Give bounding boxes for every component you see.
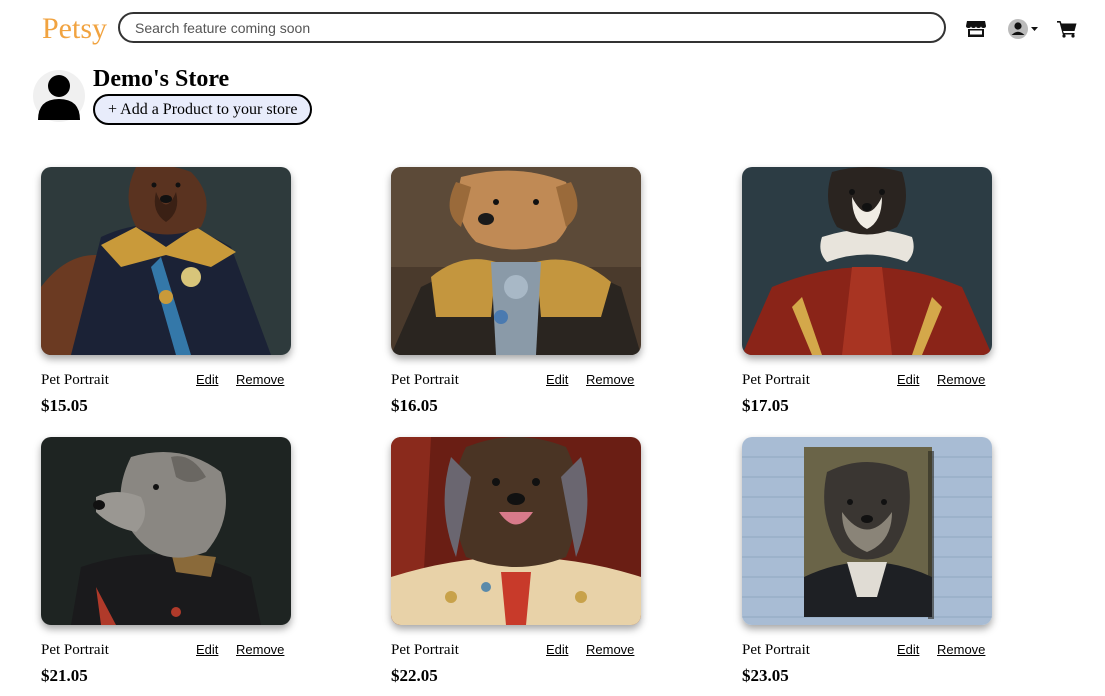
product-image[interactable] [391, 437, 641, 625]
product-price: $17.05 [742, 396, 789, 415]
product-image[interactable] [41, 437, 291, 625]
remove-link[interactable]: Remove [236, 642, 284, 657]
product-name: Pet Portrait [391, 372, 459, 388]
avatar [33, 70, 85, 122]
product-image[interactable] [742, 437, 992, 625]
product-price: $22.05 [391, 666, 438, 685]
remove-link[interactable]: Remove [586, 372, 634, 387]
store-icon[interactable] [965, 17, 987, 41]
product-card[interactable]: Pet Portrait Edit Remove $21.05 [41, 437, 291, 686]
product-image[interactable] [742, 167, 992, 355]
product-price: $15.05 [41, 396, 88, 415]
product-card[interactable]: Pet Portrait Edit Remove $17.05 [742, 167, 992, 416]
user-menu[interactable] [1007, 17, 1039, 41]
search-input[interactable] [118, 12, 946, 43]
remove-link[interactable]: Remove [937, 372, 985, 387]
product-card[interactable]: Pet Portrait Edit Remove $23.05 [742, 437, 992, 686]
product-image[interactable] [391, 167, 641, 355]
product-card[interactable]: Pet Portrait Edit Remove $15.05 [41, 167, 291, 416]
edit-link[interactable]: Edit [546, 372, 568, 387]
edit-link[interactable]: Edit [196, 642, 218, 657]
remove-link[interactable]: Remove [236, 372, 284, 387]
product-name: Pet Portrait [742, 372, 810, 388]
remove-link[interactable]: Remove [937, 642, 985, 657]
edit-link[interactable]: Edit [546, 642, 568, 657]
product-name: Pet Portrait [391, 642, 459, 658]
product-card[interactable]: Pet Portrait Edit Remove $16.05 [391, 167, 641, 416]
edit-link[interactable]: Edit [196, 372, 218, 387]
edit-link[interactable]: Edit [897, 642, 919, 657]
store-title: Demo's Store [93, 66, 230, 92]
product-name: Pet Portrait [41, 372, 109, 388]
top-navbar: Petsy [0, 0, 1105, 58]
edit-link[interactable]: Edit [897, 372, 919, 387]
remove-link[interactable]: Remove [586, 642, 634, 657]
product-card[interactable]: Pet Portrait Edit Remove $22.05 [391, 437, 641, 686]
product-name: Pet Portrait [742, 642, 810, 658]
cart-icon[interactable] [1056, 17, 1078, 41]
add-product-button[interactable]: + Add a Product to your store [93, 94, 313, 125]
petsy-logo[interactable]: Petsy [42, 11, 107, 47]
product-name: Pet Portrait [41, 642, 109, 658]
product-price: $21.05 [41, 666, 88, 685]
product-price: $23.05 [742, 666, 789, 685]
product-image[interactable] [41, 167, 291, 355]
product-price: $16.05 [391, 396, 438, 415]
